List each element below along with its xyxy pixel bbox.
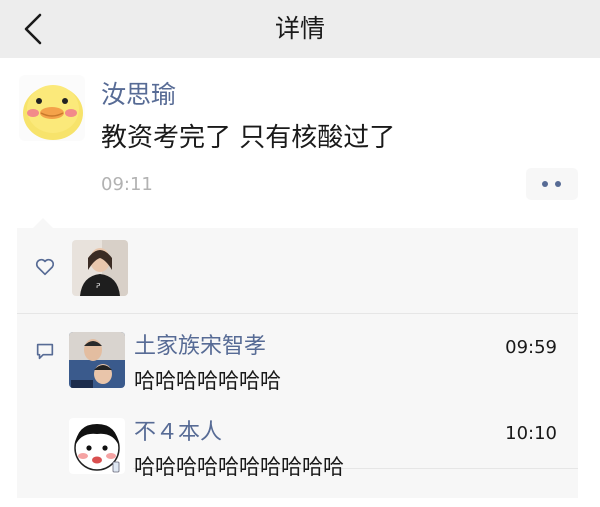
moment-post: 汝思瑜 教资考完了 只有核酸过了 09:11 ᕈ 土家族宋智孝 09:59 哈哈… (0, 58, 600, 507)
comment-time: 10:10 (505, 423, 557, 444)
likes-row: ᕈ (17, 228, 578, 308)
comment-icon (36, 343, 54, 360)
divider (17, 313, 578, 314)
post-text: 教资考完了 只有核酸过了 (101, 123, 396, 153)
comment-time: 09:59 (505, 337, 557, 358)
more-actions-button[interactable] (526, 168, 578, 200)
heart-icon (35, 258, 55, 276)
author-avatar[interactable] (19, 75, 85, 141)
nav-bar: 详情 (0, 0, 600, 59)
liker-avatar[interactable]: ᕈ (72, 240, 128, 296)
svg-text:ᕈ: ᕈ (96, 282, 100, 290)
comment-item[interactable]: 不４本人 10:10 哈哈哈哈哈哈哈哈哈哈 (69, 418, 569, 484)
meme-face-avatar (69, 418, 125, 474)
commenter-name[interactable]: 土家族宋智孝 (134, 332, 266, 362)
author-name[interactable]: 汝思瑜 (101, 78, 176, 112)
commenter-avatar[interactable] (69, 332, 125, 388)
more-dots-icon (542, 181, 548, 187)
post-time: 09:11 (101, 174, 153, 195)
page-title: 详情 (274, 14, 325, 43)
likes-comments-panel: ᕈ 土家族宋智孝 09:59 哈哈哈哈哈哈哈 不４本人 10:10 哈哈哈哈哈哈… (17, 218, 578, 498)
comment-text: 哈哈哈哈哈哈哈 (134, 369, 281, 393)
commenter-avatar[interactable] (69, 418, 125, 474)
comment-item[interactable]: 土家族宋智孝 09:59 哈哈哈哈哈哈哈 (69, 332, 569, 393)
liker-photo: ᕈ (72, 240, 128, 296)
commenter-name[interactable]: 不４本人 (134, 418, 222, 448)
duck-avatar-image (19, 75, 85, 141)
comment-text: 哈哈哈哈哈哈哈哈哈哈 (134, 455, 344, 479)
more-dots-icon-dot (555, 181, 561, 187)
commenter-photo (69, 332, 125, 388)
